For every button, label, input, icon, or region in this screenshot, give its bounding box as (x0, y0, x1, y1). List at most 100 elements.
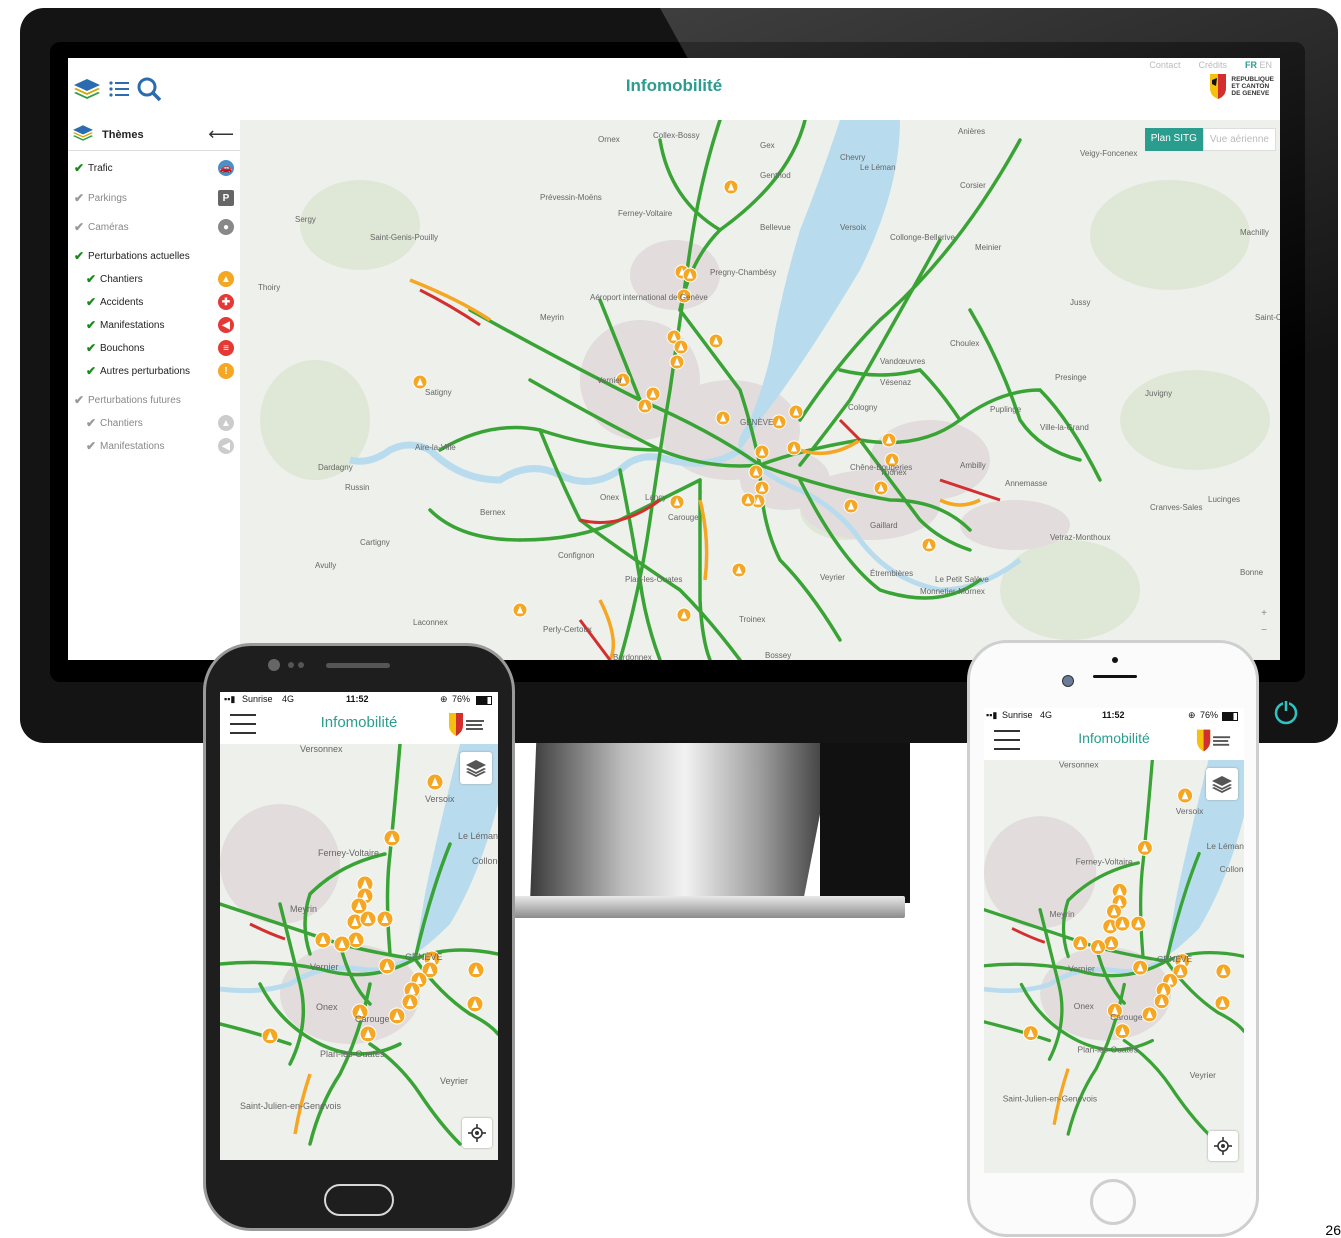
home-button[interactable] (1090, 1179, 1136, 1225)
locate-me-button[interactable] (462, 1118, 492, 1148)
theme-item-8[interactable]: ✔ Autres perturbations! (86, 361, 234, 381)
roadwork-marker[interactable] (359, 910, 377, 928)
roadwork-marker[interactable] (466, 995, 484, 1013)
roadwork-marker[interactable] (1072, 935, 1089, 952)
theme-item-5[interactable]: ✔ Accidents ✚ (86, 292, 234, 312)
theme-item-3[interactable]: ✔ Perturbations actuelles (74, 246, 234, 266)
locate-me-button[interactable] (1208, 1131, 1238, 1161)
roadwork-marker[interactable] (314, 931, 332, 949)
place-label: Meyrin (290, 904, 317, 914)
roadwork-marker[interactable] (786, 440, 802, 456)
home-button[interactable] (324, 1184, 394, 1216)
theme-item-0[interactable]: ✔ Trafic 🚗 (74, 158, 234, 178)
roadwork-marker[interactable] (1214, 995, 1231, 1012)
roadwork-marker[interactable] (1022, 1025, 1039, 1042)
roadwork-marker[interactable] (1130, 915, 1147, 932)
theme-item-6[interactable]: ✔ Manifestations ◀ (86, 315, 234, 335)
theme-item-11[interactable]: ✔ Manifestations ◀ (86, 436, 234, 456)
roadwork-marker[interactable] (1153, 993, 1170, 1010)
roadwork-marker[interactable] (676, 607, 692, 623)
roadwork-marker[interactable] (401, 993, 419, 1011)
place-label: Collonge-Bellerive (472, 856, 498, 866)
roadwork-marker[interactable] (1114, 1023, 1131, 1040)
roadwork-marker[interactable] (771, 414, 787, 430)
place-label: Pregny-Chambésy (710, 268, 776, 277)
roadwork-marker[interactable] (261, 1027, 279, 1045)
roadwork-marker[interactable] (1132, 959, 1149, 976)
contact-link[interactable]: Contact (1149, 60, 1180, 70)
roadwork-marker[interactable] (412, 374, 428, 390)
roadwork-marker[interactable] (1215, 963, 1232, 980)
theme-item-4[interactable]: ✔ Chantiers ▲ (86, 269, 234, 289)
location-arrow-icon: ⊕ (440, 694, 448, 704)
roadwork-marker[interactable] (873, 480, 889, 496)
place-label: Onex (316, 1002, 338, 1012)
roadwork-marker[interactable] (359, 1025, 377, 1043)
aerial-view-button[interactable]: Vue aérienne (1202, 128, 1276, 151)
theme-item-7[interactable]: ✔ Bouchons ≡ (86, 338, 234, 358)
map-layer: Versonnex Versoix Ferney-Voltaire Collonge-… (220, 744, 498, 1146)
map-canvas[interactable]: Ornex Collex-Bossy Gex Chevry Sergy Prévessin… (240, 120, 1280, 660)
roadwork-marker[interactable] (723, 179, 739, 195)
map-canvas[interactable]: Versonnex Versoix Ferney-Voltaire Collonge-… (220, 744, 498, 1160)
roadwork-marker[interactable] (669, 494, 685, 510)
roadwork-marker[interactable] (921, 537, 937, 553)
roadwork-marker[interactable] (708, 333, 724, 349)
theme-item-1[interactable]: ✔ Parkings P (74, 188, 234, 208)
roadwork-marker[interactable] (669, 354, 685, 370)
roadwork-marker[interactable] (637, 398, 653, 414)
plan-sitg-button[interactable]: Plan SITG (1144, 128, 1203, 151)
map-view[interactable]: Versonnex Versoix Ferney-Voltaire Collonge-… (220, 744, 498, 1160)
roadwork-marker[interactable] (1136, 839, 1153, 856)
checkmark-icon: ✔ (86, 318, 97, 332)
status-bar: ▪▪▮ Sunrise 4G 11:52 ⊕ 76% (984, 708, 1244, 724)
roadwork-marker[interactable] (333, 935, 351, 953)
zoom-in-button[interactable]: + (1256, 608, 1272, 619)
place-label: Bonne (1240, 568, 1264, 577)
theme-item-9[interactable]: ✔ Perturbations futures (74, 390, 234, 410)
roadwork-marker[interactable] (1103, 935, 1120, 952)
credits-link[interactable]: Crédits (1198, 60, 1227, 70)
roadwork-marker[interactable] (388, 1007, 406, 1025)
themes-title: Thèmes (102, 129, 144, 141)
roadwork-marker[interactable] (1141, 1006, 1158, 1023)
layers-button[interactable] (1206, 768, 1238, 800)
roadwork-marker[interactable] (673, 339, 689, 355)
roadwork-marker[interactable] (347, 931, 365, 949)
roadwork-marker[interactable] (843, 498, 859, 514)
roadwork-marker[interactable] (1090, 939, 1107, 956)
theme-item-10[interactable]: ✔ Chantiers ▲ (86, 413, 234, 433)
roadwork-marker[interactable] (378, 957, 396, 975)
place-label: Prévessin-Moëns (540, 193, 602, 202)
zoom-out-button[interactable]: − (1256, 625, 1272, 636)
roadwork-marker[interactable] (788, 404, 804, 420)
roadwork-marker[interactable] (1114, 915, 1131, 932)
arrow-left-icon[interactable]: ⟵ (208, 124, 234, 145)
map-layer: Versonnex Versoix Ferney-Voltaire Collonge-… (984, 760, 1244, 1136)
map-view[interactable]: Versonnex Versoix Ferney-Voltaire Collonge-… (984, 760, 1244, 1173)
checkmark-icon: ✔ (86, 295, 97, 309)
roadwork-marker[interactable] (715, 410, 731, 426)
roadwork-marker[interactable] (748, 464, 764, 480)
layers-button[interactable] (460, 752, 492, 784)
roadwork-marker[interactable] (740, 492, 756, 508)
lang-en-link[interactable]: EN (1259, 60, 1272, 70)
roadwork-marker[interactable] (1177, 787, 1194, 804)
roadwork-marker[interactable] (376, 910, 394, 928)
roadwork-marker[interactable] (731, 562, 747, 578)
map-canvas[interactable]: Versonnex Versoix Ferney-Voltaire Collonge-… (984, 760, 1244, 1173)
roadwork-marker[interactable] (467, 961, 485, 979)
roadwork-marker[interactable] (426, 773, 444, 791)
power-icon[interactable] (1270, 696, 1302, 728)
roadwork-marker[interactable] (645, 386, 661, 402)
theme-item-2[interactable]: ✔ Caméras ● (74, 217, 234, 237)
roadwork-marker[interactable] (512, 602, 528, 618)
roadwork-marker[interactable] (383, 829, 401, 847)
roadwork-marker[interactable] (754, 480, 770, 496)
map-view[interactable]: Ornex Collex-Bossy Gex Chevry Sergy Prévessin… (240, 120, 1280, 660)
roadwork-marker[interactable] (881, 432, 897, 448)
lang-fr-link[interactable]: FR (1245, 60, 1257, 70)
roadwork-marker[interactable] (682, 267, 698, 283)
roadwork-marker[interactable] (754, 444, 770, 460)
signal-icon: ▪▪▮ (986, 710, 998, 720)
